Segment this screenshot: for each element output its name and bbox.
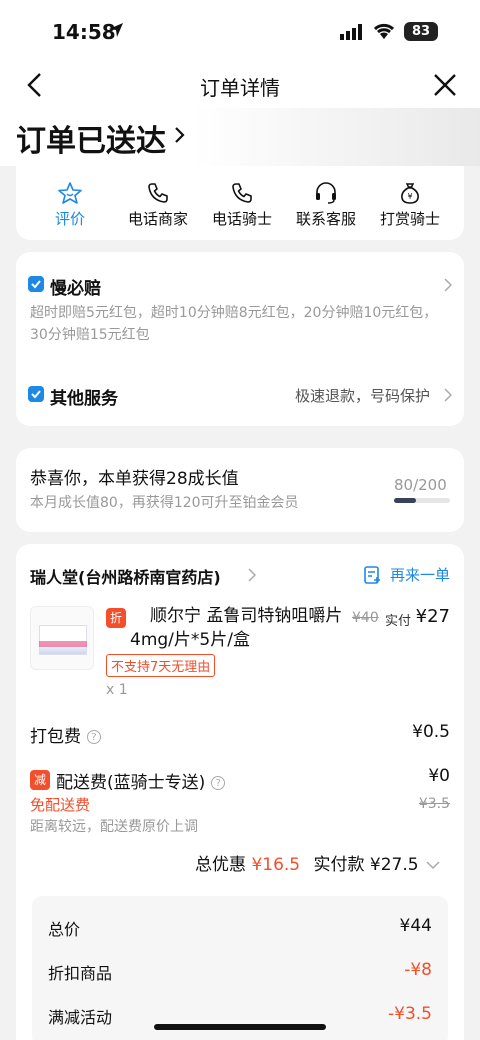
breakdown-value: -¥8: [404, 960, 432, 980]
delivery-note: 距离较远，配送费原价上调: [30, 819, 198, 835]
original-price: ¥40: [352, 610, 379, 626]
call-merchant-label: 电话商家: [127, 210, 188, 228]
total-discount-label: 总优惠: [195, 855, 247, 875]
checkmark-shield-icon: [28, 386, 44, 402]
slow-compensation-desc: 超时即赔5元红包，超时10分钟赔8元红包，20分钟赔10元红包，30分钟赔15元…: [30, 305, 438, 343]
cellular-signal-icon: [340, 24, 362, 40]
growth-progress-fill: [394, 498, 417, 503]
close-icon[interactable]: [430, 70, 460, 100]
nav-bar: 订单详情: [0, 64, 480, 108]
help-icon[interactable]: ?: [87, 730, 101, 744]
delivery-original-price: ¥3.5: [418, 796, 450, 812]
paid-label: 实付: [385, 614, 412, 629]
growth-progress-text: 80/200: [394, 476, 447, 494]
product-name[interactable]: 顺尔宁 孟鲁司特钠咀嚼片 4mg/片*5片/盒: [130, 604, 350, 652]
action-bar: 评价 电话商家 电话骑士 联系客服 ¥ 打赏骑士: [16, 166, 464, 240]
wifi-icon: [373, 23, 395, 39]
discount-tag: 折: [106, 608, 126, 628]
total-paid-label: 实付款: [313, 855, 365, 875]
breakdown-row-discount-items: 折扣商品 -¥8: [48, 960, 432, 984]
battery-indicator: 83: [404, 22, 438, 41]
tip-rider-button[interactable]: ¥ 打赏骑士: [370, 182, 450, 229]
chevron-right-icon: [248, 568, 256, 582]
reorder-button[interactable]: 再来一单: [390, 564, 450, 585]
store-name[interactable]: 瑞人堂(台州路桥南官药店): [30, 564, 221, 588]
delivery-fee-value: ¥0: [428, 766, 450, 786]
growth-card[interactable]: 恭喜你，本单获得28成长值 本月成长值80，再获得120可升至铂金会员 80/2…: [16, 448, 464, 532]
product-quantity: x 1: [106, 682, 128, 698]
status-bar: 14:58 83: [0, 0, 480, 64]
total-paid-value: ¥27.5: [369, 855, 419, 875]
money-bag-icon: ¥: [401, 183, 419, 204]
breakdown-label: 折扣商品: [48, 964, 113, 983]
delivery-fee-label: 配送费(蓝骑士专送)?: [56, 768, 226, 793]
review-button[interactable]: 评价: [30, 182, 110, 229]
order-totals[interactable]: 总优惠 ¥16.5 实付款 ¥27.5: [195, 850, 440, 875]
slow-compensation-title: 慢必赔: [50, 279, 101, 299]
headset-icon: [316, 182, 336, 204]
growth-progress-bar: [394, 498, 450, 503]
growth-title: 恭喜你，本单获得28成长值: [30, 469, 239, 489]
tip-rider-label: 打赏骑士: [379, 210, 440, 228]
breakdown-value: ¥44: [399, 916, 432, 936]
chevron-right-icon: [444, 388, 452, 402]
product-box-stripe: [39, 641, 87, 647]
checkmark-shield-icon: [28, 276, 44, 292]
paid-price: ¥27: [415, 606, 450, 627]
breakdown-value: -¥3.5: [388, 1004, 432, 1024]
call-rider-label: 电话骑士: [211, 210, 272, 228]
product-thumbnail[interactable]: [30, 606, 94, 670]
phone-icon: [232, 183, 252, 203]
breakdown-label: 满减活动: [48, 1008, 113, 1027]
breakdown-row-total: 总价 ¥44: [48, 916, 432, 940]
help-icon[interactable]: ?: [211, 776, 226, 790]
order-status-title: 订单已送达: [16, 124, 166, 159]
other-services-title: 其他服务: [50, 389, 118, 409]
packing-fee-text: 打包费: [30, 727, 81, 747]
growth-desc: 本月成长值80，再获得120可升至铂金会员: [30, 495, 299, 511]
delivery-fee-text: 配送费(蓝骑士专送): [56, 773, 206, 793]
product-box-image: [39, 625, 87, 655]
packing-fee-label: 打包费?: [30, 722, 101, 747]
reduction-tag: 减: [30, 770, 50, 790]
phone-icon: [148, 183, 168, 203]
order-card: 瑞人堂(台州路桥南官药店) 再来一单 折 顺尔宁 孟鲁司特钠咀嚼片 4mg/片*…: [16, 544, 464, 1040]
chevron-down-icon: [426, 861, 440, 870]
home-indicator[interactable]: [154, 1024, 326, 1030]
svg-text:¥: ¥: [407, 192, 412, 201]
price-breakdown: 总价 ¥44 折扣商品 -¥8 满减活动 -¥3.5: [32, 896, 448, 1040]
no-return-badge: 不支持7天无理由: [106, 654, 216, 677]
page-title: 订单详情: [200, 76, 280, 100]
chevron-right-icon: [175, 127, 185, 143]
breakdown-label: 总价: [48, 920, 81, 939]
star-icon: [58, 182, 82, 204]
other-services-detail: 极速退款，号码保护: [294, 387, 430, 405]
status-time: 14:58: [52, 20, 116, 44]
order-status-header[interactable]: 订单已送达: [0, 108, 480, 166]
reorder-icon: [364, 566, 380, 584]
free-delivery-text: 免配送费: [30, 796, 91, 814]
contact-support-label: 联系客服: [295, 210, 356, 228]
total-discount-value: ¥16.5: [251, 855, 301, 875]
product-name-text: 顺尔宁 孟鲁司特钠咀嚼片 4mg/片*5片/盒: [130, 606, 343, 650]
review-label: 评价: [54, 210, 85, 228]
contact-support-button[interactable]: 联系客服: [286, 182, 366, 229]
chevron-right-icon: [444, 278, 452, 292]
location-arrow-icon: [109, 23, 123, 37]
packing-fee-value: ¥0.5: [412, 722, 450, 742]
call-merchant-button[interactable]: 电话商家: [118, 182, 198, 229]
guarantee-card: 慢必赔 超时即赔5元红包，超时10分钟赔8元红包，20分钟赔10元红包，30分钟…: [16, 252, 464, 426]
call-rider-button[interactable]: 电话骑士: [202, 182, 282, 229]
